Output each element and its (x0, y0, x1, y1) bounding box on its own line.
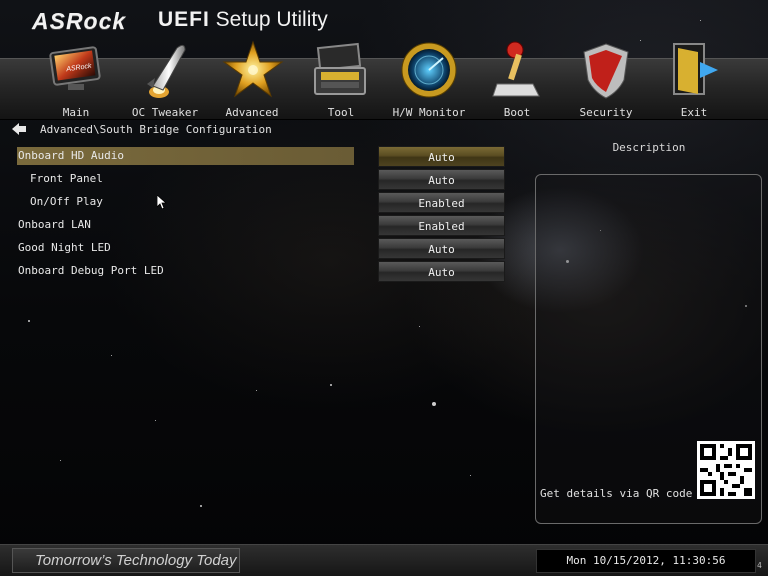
setting-on-off-play[interactable]: On/Off Play (30, 193, 103, 211)
app-title-bold: UEFI (158, 8, 210, 31)
toolbox-icon (314, 42, 366, 95)
exit-door-icon (673, 43, 718, 95)
qr-caption: Get details via QR code (540, 487, 693, 500)
qr-code-icon[interactable] (697, 441, 755, 499)
setting-onboard-lan[interactable]: Onboard LAN (18, 216, 91, 234)
setting-good-night-led[interactable]: Good Night LED (18, 239, 111, 257)
setting-onboard-debug-port-led[interactable]: Onboard Debug Port LED (18, 262, 164, 280)
rocket-icon (147, 44, 186, 98)
nav-label-tool: Tool (327, 106, 355, 119)
nav-label-security: Security (579, 106, 633, 119)
corner-mark: 4 (757, 561, 762, 570)
shield-icon (583, 43, 629, 99)
back-arrow-icon[interactable] (12, 123, 26, 135)
joystick-icon (492, 41, 540, 97)
radar-icon (401, 42, 457, 98)
nav-tab-advanced[interactable]: Advanced (212, 40, 292, 120)
mouse-cursor-icon (157, 195, 167, 209)
nav-label-boot: Boot (503, 106, 531, 119)
description-title: Description (612, 141, 686, 154)
nav-tab-security[interactable]: Security (566, 40, 646, 120)
nav-tab-boot[interactable]: Boot (478, 40, 556, 120)
setting-onboard-hd-audio[interactable]: Onboard HD Audio (17, 147, 354, 165)
value-onboard-lan[interactable]: Enabled (378, 215, 505, 236)
setting-front-panel[interactable]: Front Panel (30, 170, 103, 188)
breadcrumb-path: Advanced\South Bridge Configuration (40, 122, 272, 136)
nav-tab-exit[interactable]: Exit (654, 40, 734, 120)
nav-label-advanced: Advanced (225, 106, 279, 119)
star-icon (222, 40, 284, 98)
breadcrumb: Advanced\South Bridge Configuration (12, 122, 272, 136)
nav-label-exit: Exit (680, 106, 708, 119)
nav-label-main: Main (62, 106, 90, 119)
nav-tab-oc-tweaker[interactable]: OC Tweaker (125, 40, 205, 120)
value-onboard-debug-port-led[interactable]: Auto (378, 261, 505, 282)
app-title: UEFI Setup Utility (158, 8, 328, 32)
nav-tab-tool[interactable]: Tool (301, 40, 381, 120)
footer-slogan: Tomorrow’s Technology Today (12, 548, 240, 573)
value-on-off-play[interactable]: Enabled (378, 192, 505, 213)
app-title-rest: Setup Utility (209, 8, 328, 31)
value-onboard-hd-audio[interactable]: Auto (378, 146, 505, 167)
main-nav-bar (0, 58, 768, 120)
asrock-logo: ASRock (32, 8, 127, 34)
nav-tab-hw-monitor[interactable]: H/W Monitor (388, 40, 470, 120)
nav-label-hw-monitor: H/W Monitor (392, 106, 466, 119)
value-front-panel[interactable]: Auto (378, 169, 505, 190)
monitor-icon: ASRock (49, 46, 101, 90)
value-good-night-led[interactable]: Auto (378, 238, 505, 259)
nav-tab-main[interactable]: ASRock Main (38, 40, 114, 120)
datetime-display: Mon 10/15/2012, 11:30:56 (536, 549, 756, 573)
nav-label-oc-tweaker: OC Tweaker (131, 106, 199, 119)
